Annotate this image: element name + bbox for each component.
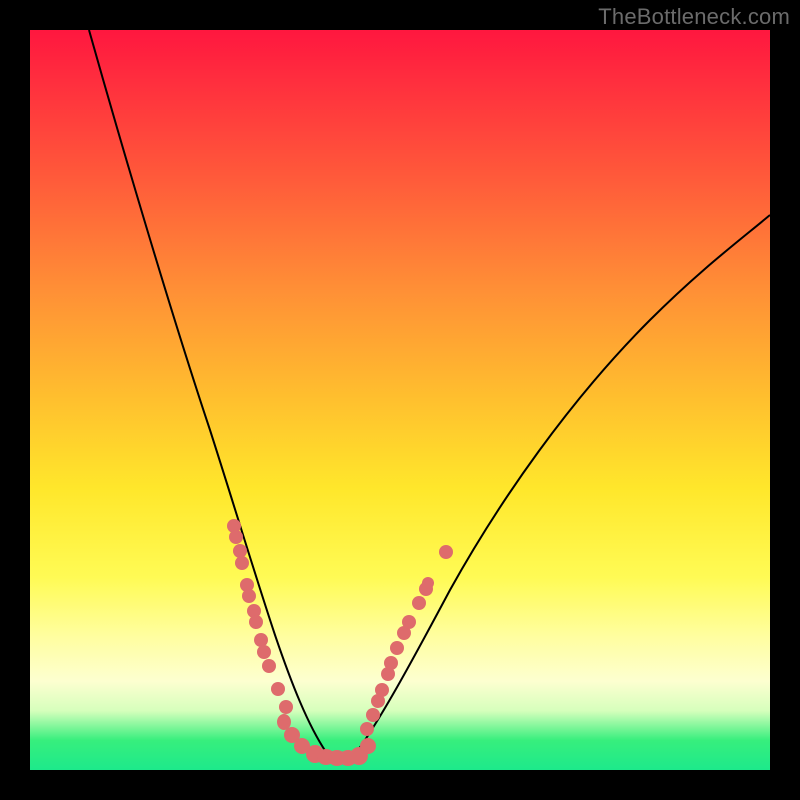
chart-svg — [30, 30, 770, 770]
watermark-text: TheBottleneck.com — [598, 4, 790, 30]
dots-left — [227, 519, 293, 714]
dots-right — [360, 545, 453, 736]
plot-area — [30, 30, 770, 770]
right-curve — [356, 215, 770, 753]
chart-frame: TheBottleneck.com — [0, 0, 800, 800]
left-curve — [89, 30, 326, 752]
bottom-cluster — [277, 714, 376, 766]
